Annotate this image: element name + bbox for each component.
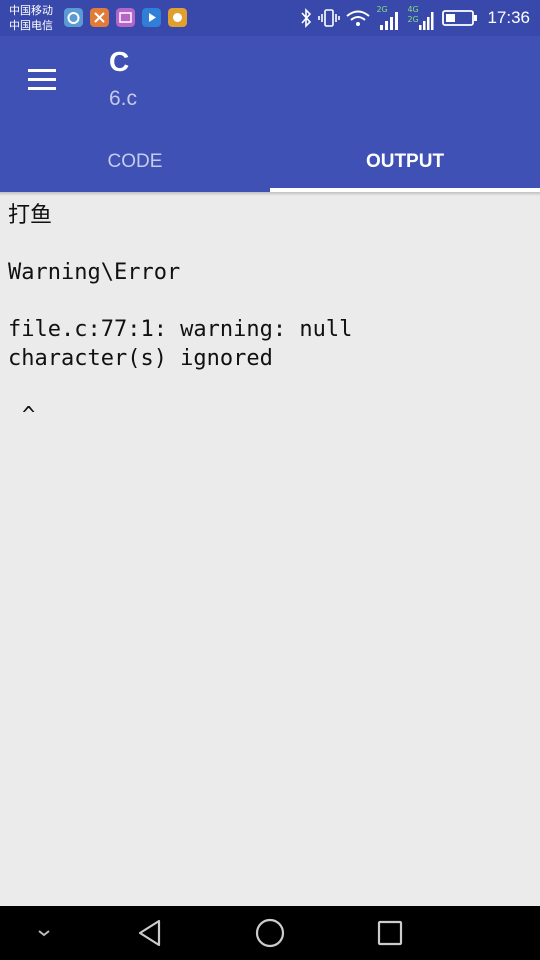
tab-output-label: OUTPUT bbox=[365, 151, 445, 172]
status-bar: 中国移动 中国电信 2G 4G 2G 17:36 bbox=[0, 0, 540, 36]
game-app-icon bbox=[168, 8, 187, 27]
recents-button[interactable] bbox=[368, 906, 412, 960]
bluetooth-icon bbox=[301, 8, 312, 28]
warning-error-header: Warning\Error bbox=[8, 260, 181, 285]
back-button[interactable] bbox=[128, 906, 172, 960]
vibrate-icon bbox=[318, 9, 341, 27]
output-panel: 打鱼 Warning\Error file.c:77:1: warning: n… bbox=[8, 201, 528, 430]
file-name-subtitle: 6.c bbox=[109, 87, 138, 110]
hamburger-menu-button[interactable] bbox=[22, 60, 62, 100]
app-bar-shadow bbox=[0, 192, 540, 196]
hamburger-menu-icon-bar-3 bbox=[28, 87, 56, 90]
app-bar: C 6.c CODE OUTPUT bbox=[0, 36, 540, 192]
wifi-icon bbox=[346, 10, 371, 26]
video-app-icon bbox=[142, 8, 161, 27]
tools-app-icon bbox=[90, 8, 109, 27]
tab-code[interactable]: CODE bbox=[0, 132, 270, 192]
signal-1: 2G bbox=[376, 5, 402, 31]
recents-square-icon bbox=[377, 920, 403, 946]
network-type-2b: 2G bbox=[407, 15, 419, 24]
program-output: 打鱼 bbox=[8, 203, 53, 228]
chevron-down-icon bbox=[38, 930, 50, 937]
error-caret: ^ bbox=[22, 403, 36, 428]
home-circle-icon bbox=[255, 918, 285, 948]
warning-line-1: file.c:77:1: warning: null bbox=[8, 317, 353, 342]
tab-bar: CODE OUTPUT bbox=[0, 132, 540, 192]
home-button[interactable] bbox=[248, 906, 292, 960]
back-triangle-icon bbox=[138, 919, 161, 947]
hamburger-menu-icon bbox=[28, 69, 56, 72]
hamburger-menu-icon-bar-2 bbox=[28, 78, 56, 81]
carrier-info: 中国移动 中国电信 bbox=[9, 3, 61, 33]
battery-icon bbox=[442, 10, 478, 26]
page-title: C bbox=[109, 46, 130, 77]
browser-app-icon bbox=[64, 8, 83, 27]
gallery-app-icon bbox=[116, 8, 135, 27]
tab-output[interactable]: OUTPUT bbox=[270, 132, 540, 192]
system-indicators: 2G 4G 2G 17:36 bbox=[299, 0, 530, 36]
carrier-1: 中国移动 bbox=[9, 4, 53, 17]
network-type-2a: 4G bbox=[407, 5, 419, 14]
signal-2: 4G 2G bbox=[407, 5, 437, 31]
signal-strength-icon-2 bbox=[419, 12, 434, 30]
hide-nav-button[interactable] bbox=[26, 906, 62, 960]
signal-strength-icon bbox=[380, 12, 399, 30]
carrier-2: 中国电信 bbox=[9, 19, 53, 32]
clock: 17:36 bbox=[487, 8, 530, 27]
warning-line-2: character(s) ignored bbox=[8, 346, 273, 371]
notification-icons bbox=[64, 8, 187, 27]
navigation-bar bbox=[0, 906, 540, 960]
